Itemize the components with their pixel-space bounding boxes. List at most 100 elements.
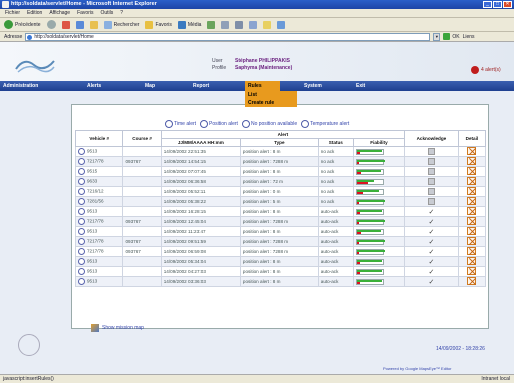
vehicle-cell[interactable]: 7217/78	[74, 246, 124, 257]
nav-alerts[interactable]: Alerts	[87, 81, 101, 91]
table-row[interactable]: 9513 14/09/2002 04:27:03 position alert : …	[74, 266, 487, 277]
mail-button[interactable]	[221, 20, 230, 29]
table-row[interactable]: 7217/78 093767 14/09/2002 12:45:04 position…	[74, 216, 487, 227]
vehicle-icon[interactable]	[78, 208, 85, 215]
history-button[interactable]	[207, 20, 216, 29]
table-row[interactable]: 9513 14/09/2002 05:34:04 position alert : …	[74, 256, 487, 267]
menu-item-list[interactable]: List	[245, 91, 297, 99]
go-button[interactable]: OK	[443, 33, 460, 40]
menu-edit[interactable]: Edition	[27, 10, 42, 16]
vehicle-cell[interactable]: 7217/78	[74, 216, 124, 227]
vehicle-icon[interactable]	[78, 258, 85, 265]
detail-button[interactable]	[467, 197, 477, 205]
forward-button[interactable]	[46, 20, 56, 29]
table-row[interactable]: 9513 14/09/2002 22:51:35 position alert : …	[74, 146, 487, 157]
menu-item-create-rule[interactable]: Create rule	[245, 99, 297, 107]
col-fiability[interactable]: Fiability	[352, 138, 406, 147]
table-row[interactable]: 7216/12 14/09/2002 05:52:11 position alert…	[74, 186, 487, 197]
acknowledge-button[interactable]	[427, 187, 435, 195]
vehicle-cell[interactable]: 7281/56	[74, 196, 124, 207]
menu-favorites[interactable]: Favoris	[77, 10, 93, 16]
detail-button[interactable]	[467, 237, 477, 245]
acknowledge-button[interactable]	[427, 177, 435, 185]
detail-button[interactable]	[467, 267, 477, 275]
address-input[interactable]: http://soldata/servlet/Home	[25, 32, 431, 41]
nav-map[interactable]: Map	[145, 81, 155, 91]
vehicle-icon[interactable]	[78, 248, 85, 255]
detail-button[interactable]	[467, 207, 477, 215]
alerts-count-link[interactable]: 4 alert(s)	[471, 66, 501, 74]
menu-help[interactable]: ?	[120, 10, 123, 16]
nav-administration[interactable]: Administration	[3, 81, 38, 91]
vehicle-icon[interactable]	[78, 218, 85, 225]
messenger-button[interactable]	[277, 20, 286, 29]
nav-exit[interactable]: Exit	[356, 81, 365, 91]
col-vehicle[interactable]: Vehicle #	[74, 130, 124, 147]
maximize-button[interactable]: □	[493, 1, 502, 8]
favorites-button[interactable]: Favoris	[145, 20, 172, 29]
table-row[interactable]: 7281/56 14/09/2002 05:38:22 position alert…	[74, 196, 487, 207]
col-type[interactable]: Type	[239, 138, 319, 147]
back-button[interactable]: Précédente	[4, 20, 41, 29]
vehicle-cell[interactable]: 9633	[74, 176, 124, 187]
vehicle-icon[interactable]	[78, 188, 85, 195]
detail-button[interactable]	[467, 247, 477, 255]
col-status[interactable]: Status	[317, 138, 354, 147]
vehicle-cell[interactable]: 7217/78	[74, 236, 124, 247]
detail-button[interactable]	[467, 177, 477, 185]
vehicle-icon[interactable]	[78, 238, 85, 245]
search-button[interactable]: Rechercher	[103, 20, 139, 29]
menu-tools[interactable]: Outils	[100, 10, 113, 16]
detail-button[interactable]	[467, 147, 477, 155]
table-row[interactable]: 9513 14/09/2002 11:23:47 position alert : …	[74, 226, 487, 237]
acknowledge-button[interactable]	[427, 167, 435, 175]
acknowledge-button[interactable]	[427, 197, 435, 205]
minimize-button[interactable]: _	[483, 1, 492, 8]
vehicle-icon[interactable]	[78, 168, 85, 175]
folder-button[interactable]	[263, 20, 272, 29]
close-button[interactable]: ✕	[503, 1, 512, 8]
vehicle-cell[interactable]: 9513	[74, 276, 124, 287]
col-course[interactable]: Course #	[122, 130, 162, 147]
detail-button[interactable]	[467, 257, 477, 265]
vehicle-icon[interactable]	[78, 268, 85, 275]
detail-button[interactable]	[467, 157, 477, 165]
vehicle-icon[interactable]	[78, 178, 85, 185]
vehicle-cell[interactable]: 9513	[74, 266, 124, 277]
vehicle-icon[interactable]	[78, 198, 85, 205]
stop-button[interactable]	[61, 20, 70, 29]
menu-file[interactable]: Fichier	[5, 10, 20, 16]
detail-button[interactable]	[467, 167, 477, 175]
vehicle-cell[interactable]: 9513	[74, 226, 124, 237]
refresh-button[interactable]	[75, 20, 84, 29]
show-mission-map-link[interactable]: Show mission map	[91, 324, 144, 332]
print-button[interactable]	[235, 20, 244, 29]
table-row[interactable]: 7217/78 093767 14/09/2002 14:54:15 position…	[74, 156, 487, 167]
detail-button[interactable]	[467, 217, 477, 225]
detail-button[interactable]	[467, 227, 477, 235]
home-button[interactable]	[89, 20, 98, 29]
acknowledge-button[interactable]	[427, 147, 435, 155]
table-row[interactable]: 9513 14/09/2002 03:36:03 position alert : …	[74, 276, 487, 287]
table-row[interactable]: 9633 14/09/2002 06:36:58 position alert : …	[74, 176, 487, 187]
vehicle-icon[interactable]	[78, 278, 85, 285]
vehicle-icon[interactable]	[78, 228, 85, 235]
vehicle-cell[interactable]: 9513	[74, 146, 124, 157]
detail-button[interactable]	[467, 277, 477, 285]
acknowledge-button[interactable]	[427, 157, 435, 165]
table-row[interactable]: 9513 14/09/2002 16:28:15 position alert : …	[74, 206, 487, 217]
edit-button[interactable]	[249, 20, 258, 29]
vehicle-cell[interactable]: 9513	[74, 206, 124, 217]
links-button[interactable]: Liens	[463, 34, 475, 40]
table-row[interactable]: 7217/78 093767 14/09/2002 06:59:08 position…	[74, 246, 487, 257]
menu-view[interactable]: Affichage	[49, 10, 70, 16]
media-button[interactable]: Média	[177, 20, 201, 29]
col-acknowledge[interactable]: Acknowledge	[404, 130, 459, 147]
vehicle-cell[interactable]: 9515	[74, 166, 124, 177]
table-row[interactable]: 9515 14/09/2002 07:07:45 position alert : …	[74, 166, 487, 177]
nav-rules[interactable]: Rules	[245, 81, 280, 91]
nav-report[interactable]: Report	[193, 81, 209, 91]
vehicle-cell[interactable]: 7217/78	[74, 156, 124, 167]
detail-button[interactable]	[467, 187, 477, 195]
vehicle-icon[interactable]	[78, 158, 85, 165]
